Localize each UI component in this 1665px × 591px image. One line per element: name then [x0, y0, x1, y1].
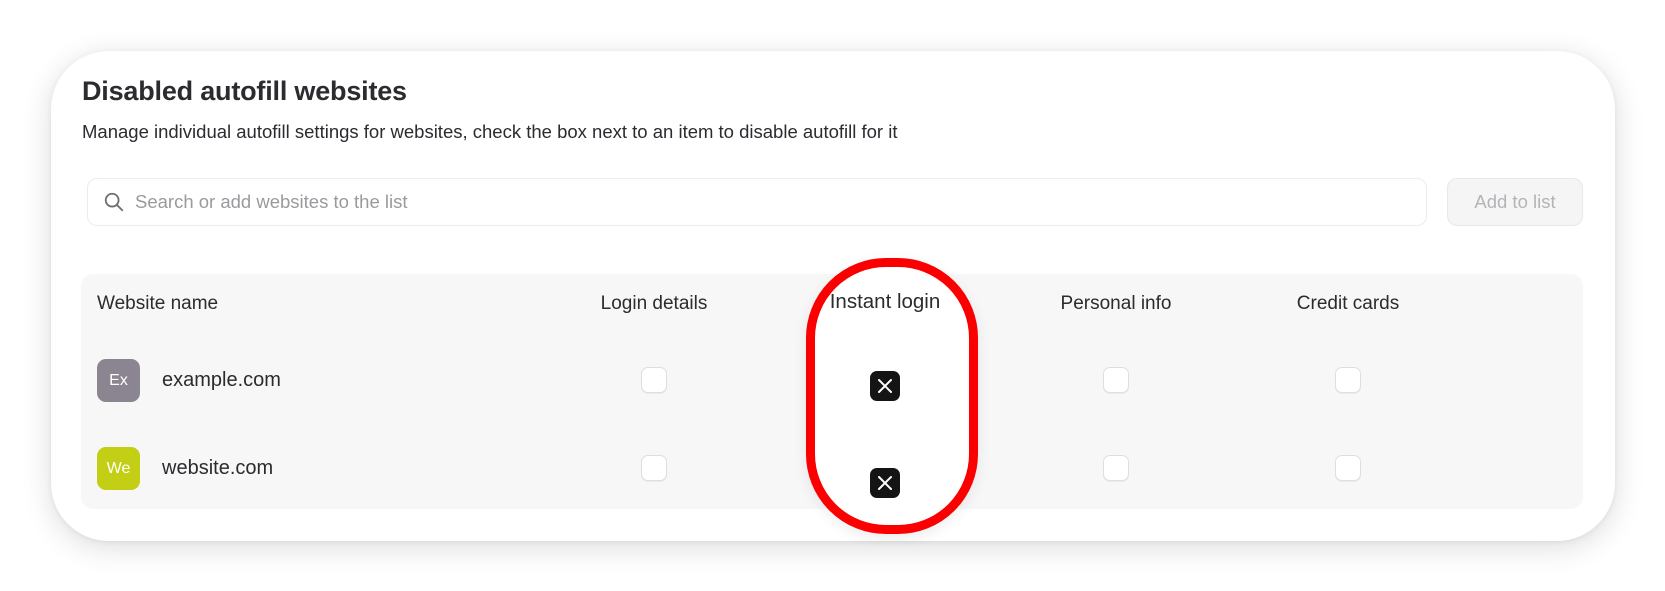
column-header-login-details: Login details [600, 293, 708, 314]
close-icon [878, 476, 892, 490]
search-input[interactable] [135, 179, 1426, 225]
page-title: Disabled autofill websites [82, 76, 407, 106]
website-name: example.com [162, 369, 281, 391]
instant-login-checkbox[interactable] [870, 468, 900, 498]
search-field[interactable] [87, 178, 1427, 226]
avatar: We [97, 447, 140, 490]
credit-cards-checkbox[interactable] [1335, 367, 1361, 393]
add-to-list-button[interactable]: Add to list [1447, 178, 1583, 226]
instant-login-checkbox[interactable] [870, 371, 900, 401]
close-icon [878, 379, 892, 393]
personal-info-checkbox[interactable] [1103, 367, 1129, 393]
column-header-instant-login: Instant login [829, 290, 941, 313]
login-details-checkbox[interactable] [641, 455, 667, 481]
column-header-credit-cards: Credit cards [1296, 293, 1400, 314]
personal-info-checkbox[interactable] [1103, 455, 1129, 481]
login-details-checkbox[interactable] [641, 367, 667, 393]
website-name: website.com [162, 457, 274, 479]
column-header-personal-info: Personal info [1060, 293, 1172, 314]
search-icon [104, 192, 124, 212]
column-header-website-name: Website name [97, 293, 219, 314]
avatar: Ex [97, 359, 140, 402]
credit-cards-checkbox[interactable] [1335, 455, 1361, 481]
page-subtitle: Manage individual autofill settings for … [82, 121, 898, 142]
